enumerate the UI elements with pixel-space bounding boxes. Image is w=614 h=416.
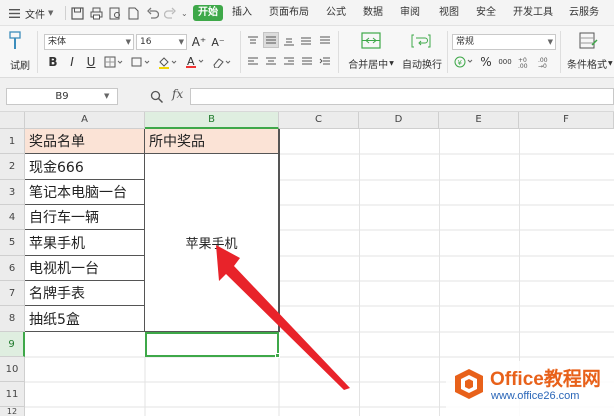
spreadsheet-app: 文件 ▼ ⌄ 开始 插入 页面布局 公式 数据 审阅 视图 安全 开发工具 云服务… <box>0 0 614 416</box>
watermark-title: Office教程网 <box>490 369 601 390</box>
watermark-url: www.office26.com <box>491 390 580 402</box>
office-logo-icon <box>455 369 483 399</box>
watermark-logo: Office教程网 www.office26.com <box>446 361 614 416</box>
annotation-arrow <box>216 245 350 390</box>
